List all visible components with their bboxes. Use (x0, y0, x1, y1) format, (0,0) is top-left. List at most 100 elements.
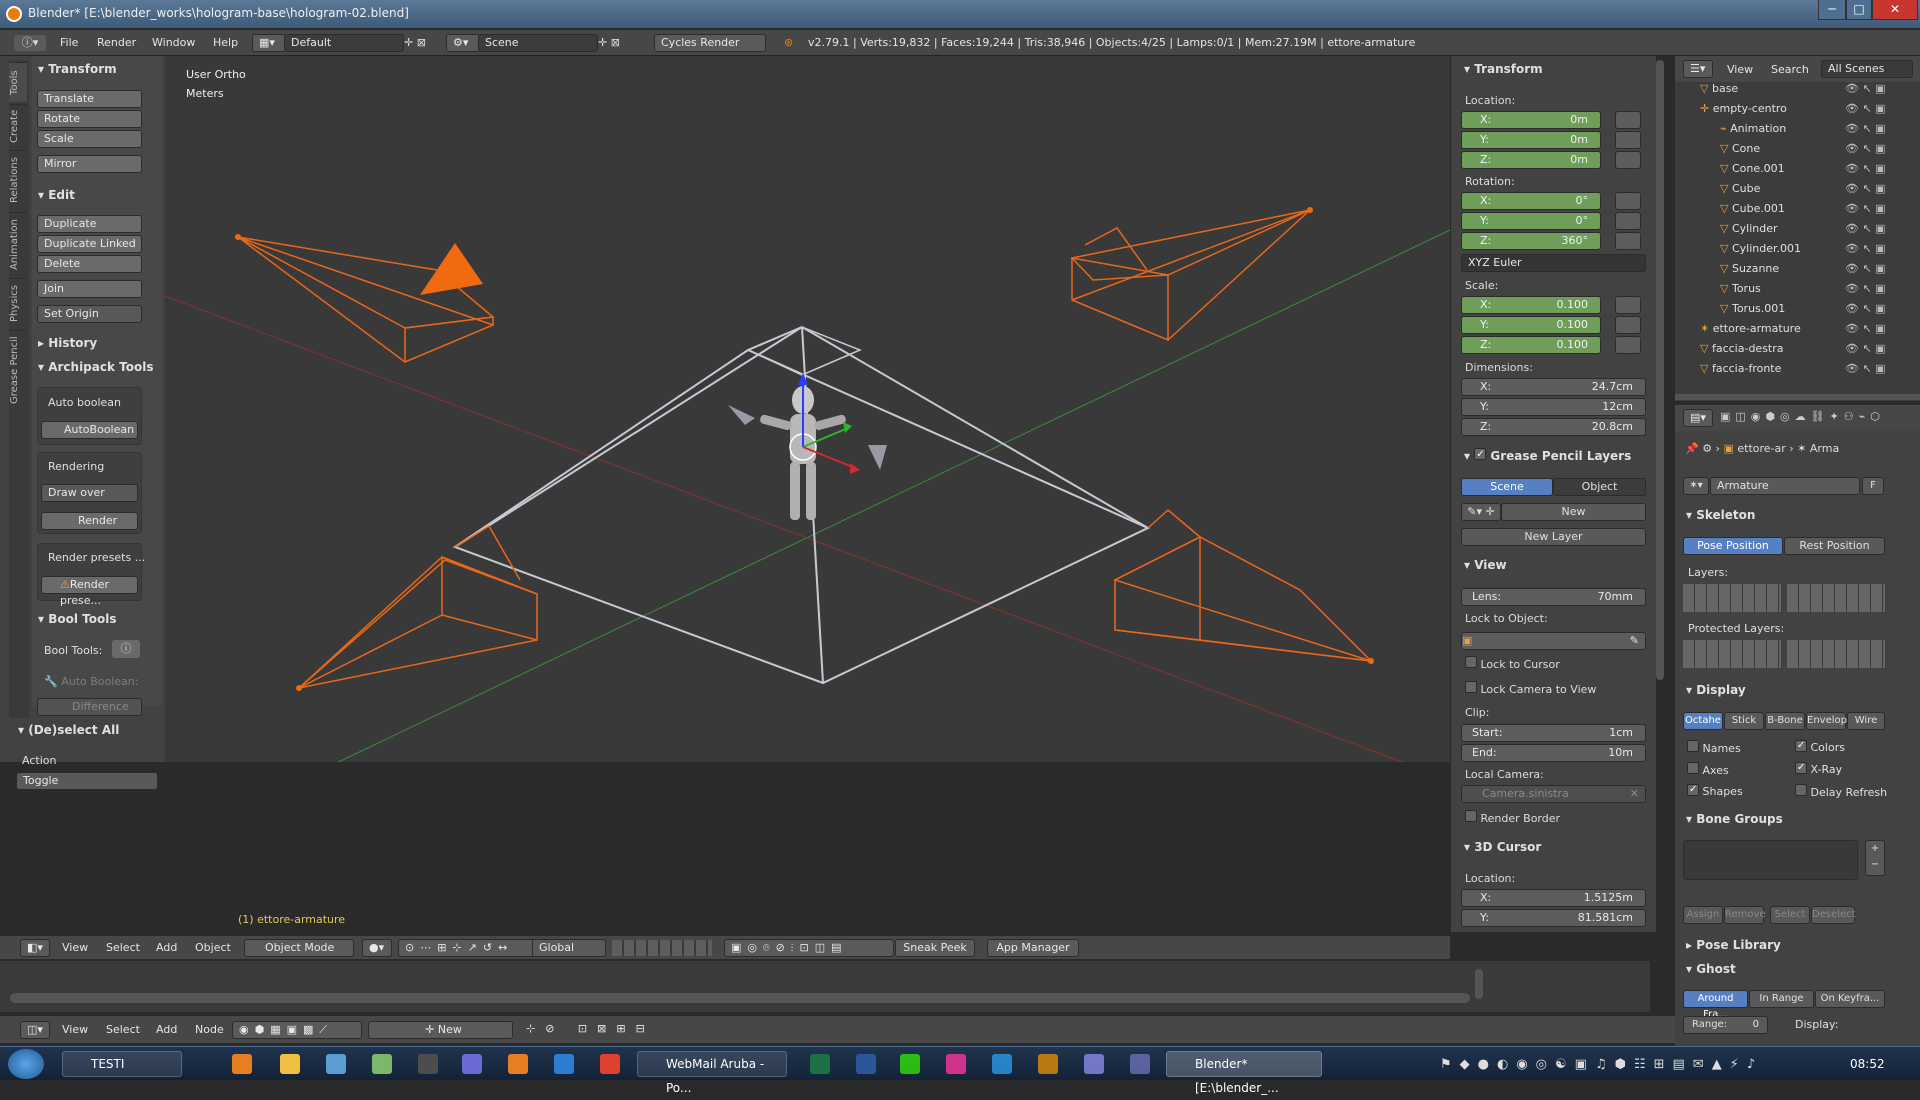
n-view-header[interactable]: ▾ View (1464, 558, 1507, 572)
add-layout-icon[interactable]: ✛ (404, 36, 413, 49)
cursor-x-field[interactable]: X: 1.5125m (1461, 889, 1646, 907)
draw-over-select[interactable]: Draw over (41, 484, 138, 502)
layer-buttons[interactable] (612, 940, 712, 956)
outliner-search-menu[interactable]: Search (1771, 63, 1809, 76)
outliner-item[interactable]: ▽ Cylinder.001 👁 ↖ ▣ (1720, 242, 1886, 260)
archipack-panel-header[interactable]: ▾ Archipack Tools (38, 360, 153, 374)
history-panel-header[interactable]: ▸ History (38, 336, 97, 350)
notepad-icon[interactable] (372, 1054, 392, 1074)
blender-launcher-icon[interactable] (508, 1054, 528, 1074)
proportional-tools[interactable]: ▣◎⌾⊘⫶⊡◫▤ (724, 939, 894, 957)
outliner-editor-icon[interactable]: ☰▾ (1683, 60, 1713, 78)
display-wire[interactable]: Wire (1847, 712, 1885, 730)
render-engine-select[interactable]: Cycles Render (654, 34, 766, 52)
tab-create[interactable]: Create (9, 104, 27, 148)
visibility-icons[interactable]: 👁 ↖ ▣ (1845, 262, 1886, 275)
render-button[interactable]: Render (41, 512, 138, 530)
props-context-tabs[interactable]: ▣◫◉⬢◎☁⛓✦⚇⌁⬡ (1720, 410, 1915, 428)
set-origin-select[interactable]: Set Origin (37, 305, 142, 323)
lock-object-field[interactable]: ▣ ✎ (1461, 632, 1646, 650)
outliner-display-select[interactable]: All Scenes (1821, 60, 1913, 78)
vmenu-object[interactable]: Object (195, 941, 231, 954)
node-tools[interactable]: ⊹⊘ ⊡⊠⊞⊟ (520, 1021, 690, 1039)
dreamweaver-icon[interactable] (900, 1054, 920, 1074)
minimize-button[interactable]: ─ (1818, 0, 1846, 20)
pose-library-header[interactable]: ▸ Pose Library (1686, 938, 1781, 952)
outliner-hscroll[interactable] (1675, 394, 1920, 400)
outliner-item[interactable]: ▽ faccia-fronte 👁 ↖ ▣ (1700, 362, 1886, 380)
lock-rot-x-icon[interactable] (1615, 192, 1641, 210)
premiere-icon[interactable] (1130, 1054, 1150, 1074)
visibility-icons[interactable]: 👁 ↖ ▣ (1845, 202, 1886, 215)
dim-z-field[interactable]: Z: 20.8cm (1461, 418, 1646, 436)
outliner-item[interactable]: ▽ Cone.001 👁 ↖ ▣ (1720, 162, 1886, 180)
gp-new-button[interactable]: New (1501, 503, 1646, 521)
word-icon[interactable] (856, 1054, 876, 1074)
scale-x-field[interactable]: X: 0.100 (1461, 296, 1601, 314)
gp-scene-tab[interactable]: Scene (1461, 478, 1553, 496)
assign-button[interactable]: Assign (1683, 906, 1723, 924)
xray-row[interactable]: X-Ray (1795, 762, 1842, 776)
taskbar-testi[interactable]: TESTI (62, 1051, 182, 1077)
ghost-on-keyframe[interactable]: On Keyfra... (1815, 990, 1885, 1008)
tab-physics[interactable]: Physics (9, 278, 27, 328)
translate-button[interactable]: Translate (37, 90, 142, 108)
outliner-item[interactable]: ▽ base 👁 ↖ ▣ (1700, 82, 1886, 100)
lock-scale-z-icon[interactable] (1615, 336, 1641, 354)
transform-panel-header[interactable]: ▾ Transform (38, 62, 117, 76)
clip-end-field[interactable]: End: 10m (1461, 744, 1646, 762)
layout-icon[interactable]: ▦▾ (252, 34, 286, 52)
outliner-item[interactable]: ✛ empty-centro 👁 ↖ ▣ (1700, 102, 1886, 120)
tab-relations[interactable]: Relations (9, 150, 27, 210)
select-button[interactable]: Select (1770, 906, 1810, 924)
deselect-panel-header[interactable]: ▾ (De)select All (18, 723, 119, 737)
taskbar-blender[interactable]: Blender* [E:\blender_... (1166, 1051, 1322, 1095)
ghost-header[interactable]: ▾ Ghost (1686, 962, 1736, 976)
lock-rot-z-icon[interactable] (1615, 232, 1641, 250)
ghost-range-field[interactable]: Range: 0 (1683, 1016, 1768, 1034)
node-tree-type[interactable]: ◉⬢▦▣▩⟋ (232, 1021, 362, 1039)
booltools-panel-header[interactable]: ▾ Bool Tools (38, 612, 116, 626)
outliner-item[interactable]: ▽ Torus.001 👁 ↖ ▣ (1720, 302, 1886, 320)
skeleton-header[interactable]: ▾ Skeleton (1686, 508, 1755, 522)
visibility-icons[interactable]: 👁 ↖ ▣ (1845, 302, 1886, 315)
photoshop-icon[interactable] (992, 1054, 1012, 1074)
sneak-peek-button[interactable]: Sneak Peek (895, 939, 975, 957)
outliner-item[interactable]: ▽ Cube 👁 ↖ ▣ (1720, 182, 1886, 200)
folder-icon[interactable] (280, 1054, 300, 1074)
visibility-icons[interactable]: 👁 ↖ ▣ (1845, 142, 1886, 155)
node-new-button[interactable]: ✛ New (368, 1021, 513, 1039)
delay-row[interactable]: Delay Refresh (1795, 784, 1887, 799)
dim-x-field[interactable]: X: 24.7cm (1461, 378, 1646, 396)
app-icon[interactable] (418, 1054, 438, 1074)
duplicate-button[interactable]: Duplicate (37, 215, 142, 233)
remove-button[interactable]: Remove (1724, 906, 1766, 924)
gp-datablock-icon[interactable]: ✎▾ ✛ (1461, 503, 1501, 521)
close-layout-icon[interactable]: ⊠ (417, 36, 426, 49)
lock-camera-checkbox[interactable] (1465, 681, 1477, 693)
outliner-item[interactable]: ▽ Cylinder 👁 ↖ ▣ (1720, 222, 1886, 240)
props-editor-icon[interactable]: ▤▾ (1683, 409, 1713, 427)
join-button[interactable]: Join (37, 280, 142, 298)
taskbar-webmail[interactable]: WebMail Aruba - Po... (637, 1051, 787, 1095)
clear-camera-icon[interactable]: ✕ (1630, 786, 1639, 802)
duplicate-linked-button[interactable]: Duplicate Linked (37, 235, 142, 253)
lock-cursor-checkbox[interactable] (1465, 656, 1477, 668)
loc-x-field[interactable]: X: 0m (1461, 111, 1601, 129)
delay-checkbox[interactable] (1795, 784, 1807, 796)
close-scene-icon[interactable]: ⊠ (611, 36, 620, 49)
illustrator-icon[interactable] (1038, 1054, 1058, 1074)
vmenu-add[interactable]: Add (156, 941, 177, 954)
axes-checkbox[interactable] (1687, 762, 1699, 774)
armature-name-field[interactable]: Armature (1710, 477, 1860, 495)
rest-position-button[interactable]: Rest Position (1784, 537, 1885, 555)
edit-panel-header[interactable]: ▾ Edit (38, 188, 75, 202)
loc-y-field[interactable]: Y: 0m (1461, 131, 1601, 149)
node-menu-add[interactable]: Add (156, 1023, 177, 1036)
xray-checkbox[interactable] (1795, 762, 1807, 774)
names-checkbox[interactable] (1687, 740, 1699, 752)
tab-grease-pencil[interactable]: Grease Pencil (9, 330, 27, 410)
bone-layers-a[interactable] (1683, 584, 1781, 612)
scene-selector[interactable]: Scene (478, 34, 598, 52)
editor-type-icon[interactable]: ◧▾ (20, 939, 50, 957)
